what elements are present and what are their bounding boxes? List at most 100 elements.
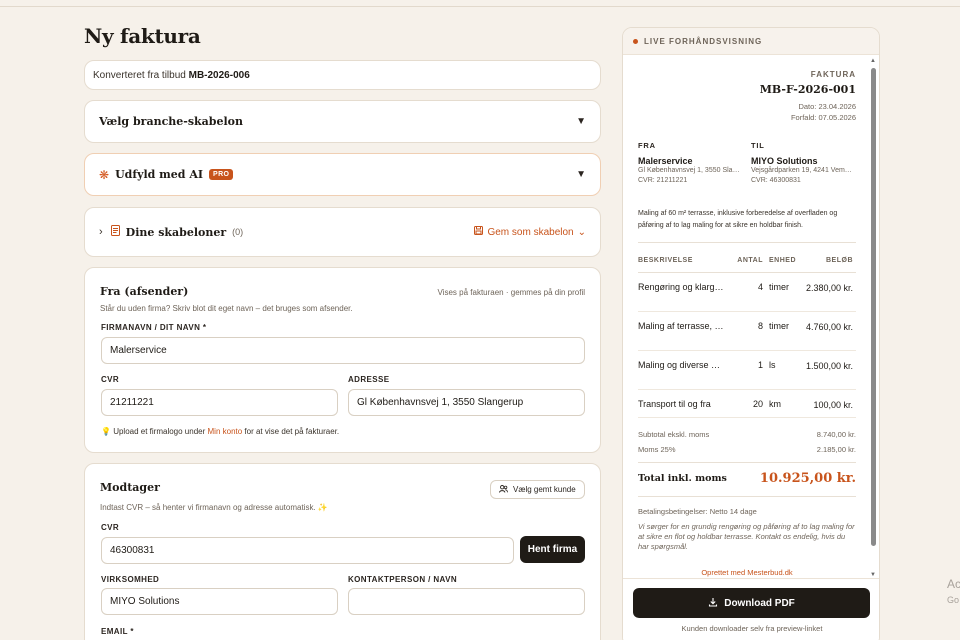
pick-customer-label: Vælg gemt kunde [513, 485, 576, 494]
saved-templates-panel[interactable]: › Dine skabeloner (0) Gem som skabelon ⌄ [84, 207, 601, 257]
sender-hint: Vises på fakturaen · gemmes på din profi… [437, 288, 585, 297]
sender-cvr-input[interactable]: 21211221 [101, 389, 338, 416]
vat-label: Moms 25% [638, 445, 676, 454]
templates-count: (0) [232, 227, 244, 237]
line-unit: km [769, 399, 781, 409]
line-unit: timer [769, 282, 789, 292]
recipient-subtext: Indtast CVR – så henter vi firmanavn og … [100, 503, 328, 512]
line-items: Rengøring og klargøring 4 timer 2.380,00… [638, 273, 856, 418]
sender-address-label: ADRESSE [348, 375, 390, 384]
lightbulb-icon: 💡 [101, 427, 111, 436]
my-account-link[interactable]: Min konto [208, 427, 243, 436]
chevron-down-icon: ▼ [576, 169, 586, 180]
line-qty: 1 [757, 360, 763, 370]
line-amount: 1.500,00 kr. [805, 361, 853, 371]
line-amount: 100,00 kr. [813, 400, 853, 410]
sender-title: Fra (afsender) [100, 285, 189, 298]
recipient-cvr-label: CVR [101, 523, 120, 532]
logo-upload-note: 💡 Upload et firmalogo under Min konto fo… [101, 427, 339, 436]
invoice-description: Maling af 60 m² terrasse, inklusive forb… [638, 208, 856, 243]
templates-label: Dine skabeloner [125, 225, 227, 239]
sparkle-icon: ❋ [99, 167, 110, 182]
to-cvr: CVR: 46300831 [751, 177, 801, 184]
chevron-right-icon: › [99, 226, 103, 238]
chevron-down-icon: ▼ [576, 116, 586, 127]
line-qty: 4 [757, 282, 763, 292]
line-unit: timer [769, 321, 789, 331]
total-value: 10.925,00 kr. [759, 471, 856, 486]
logo-note-prefix: Upload et firmalogo under [113, 427, 206, 436]
invoice-due-date: Forfald: 07.05.2026 [790, 113, 856, 122]
pro-badge: PRO [209, 169, 234, 180]
download-icon [708, 597, 718, 610]
vat-row: Moms 25% 2.185,00 kr. [638, 445, 856, 454]
recipient-cvr-input[interactable]: 46300831 [101, 537, 514, 564]
to-label: TIL [751, 141, 765, 150]
preview-scrollbar[interactable]: ▲ ▼ [870, 58, 877, 578]
fetch-company-button[interactable]: Hent firma [520, 536, 585, 563]
download-note: Kunden downloader selv fra preview-linke… [681, 624, 823, 633]
invoice-number: MB-F-2026-001 [759, 83, 856, 96]
table-row: Rengøring og klargøring 4 timer 2.380,00… [638, 273, 856, 312]
subtotal-label: Subtotal ekskl. moms [638, 430, 710, 439]
scroll-up-icon[interactable]: ▲ [870, 58, 876, 64]
line-desc: Maling af terrasse, 2 lag [638, 321, 726, 331]
os-activation-overlay: Ac Go [947, 576, 960, 608]
vat-value: 2.185,00 kr. [816, 445, 856, 454]
ai-fill-dropdown[interactable]: ❋ Udfyld med AI PRO ▼ [84, 153, 601, 196]
users-icon [499, 484, 508, 495]
to-name: MIYO Solutions [751, 156, 818, 166]
terms-note: Vi sørger for en grundig rengøring og på… [638, 522, 855, 551]
line-items-header: BESKRIVELSE ANTAL ENHED BELØB [638, 257, 856, 273]
sender-section: Fra (afsender) Vises på fakturaen · gemm… [84, 267, 601, 453]
recipient-title: Modtager [100, 481, 160, 494]
from-name: Malerservice [638, 156, 693, 166]
line-qty: 8 [757, 321, 763, 331]
invoice-date: Dato: 23.04.2026 [798, 102, 856, 111]
download-pdf-button[interactable]: Download PDF [633, 588, 870, 618]
total-label: Total inkl. moms [638, 473, 727, 484]
live-dot-icon [633, 38, 638, 44]
top-divider [0, 6, 960, 7]
line-unit: ls [769, 360, 776, 370]
table-row: Maling og diverse materialer 1 ls 1.500,… [638, 351, 856, 390]
line-desc: Rengøring og klargøring [638, 282, 726, 292]
save-template-label: Gem som skabelon [487, 226, 574, 238]
ai-label: Udfyld med AI [115, 168, 204, 181]
email-label: EMAIL * [101, 627, 134, 636]
preview-footer: Download PDF Kunden downloader selv fra … [623, 578, 879, 640]
recipient-section: Modtager Vælg gemt kunde Indtast CVR – s… [84, 463, 601, 640]
logo-note-suffix: for at vise det på fakturaer. [244, 427, 340, 436]
from-label: FRA [638, 141, 656, 150]
col-description: BESKRIVELSE [638, 257, 693, 264]
col-qty: ANTAL [737, 257, 763, 264]
total-row: Total inkl. moms 10.925,00 kr. [638, 462, 856, 497]
payment-terms: Betalingsbetingelser: Netto 14 dage [638, 507, 757, 516]
invoice-dates: Dato: 23.04.2026 Forfald: 07.05.2026 [638, 101, 856, 123]
subtotal-value: 8.740,00 kr. [816, 430, 856, 439]
contact-input[interactable] [348, 588, 585, 615]
preview-document[interactable]: FAKTURA MB-F-2026-001 Dato: 23.04.2026 F… [623, 56, 871, 578]
company-input[interactable]: MIYO Solutions [101, 588, 338, 615]
preview-header-label: LIVE FORHÅNDSVISNING [644, 36, 763, 46]
save-icon [474, 226, 484, 238]
scrollbar-thumb[interactable] [871, 68, 876, 546]
sender-name-input[interactable]: Malerservice [101, 337, 585, 364]
sender-address-input[interactable]: Gl Københavnsvej 1, 3550 Slangerup [348, 389, 585, 416]
pick-saved-customer-button[interactable]: Vælg gemt kunde [490, 480, 585, 499]
table-row: Maling af terrasse, 2 lag 8 timer 4.760,… [638, 312, 856, 351]
table-row: Transport til og fra 20 km 100,00 kr. [638, 390, 856, 418]
sender-name-label: FIRMANAVN / DIT NAVN * [101, 323, 207, 332]
line-desc: Maling og diverse materialer [638, 360, 726, 370]
preview-header: LIVE FORHÅNDSVISNING [623, 28, 879, 55]
save-template-button[interactable]: Gem som skabelon ⌄ [474, 226, 586, 238]
to-address: Vejsgårdparken 19, 4241 Vemmelev [751, 167, 854, 174]
branche-template-dropdown[interactable]: Vælg branche-skabelon ▼ [84, 100, 601, 143]
branche-label: Vælg branche-skabelon [99, 115, 243, 128]
from-address: Gl Københavnsvej 1, 3550 Slangerup [638, 167, 741, 174]
made-with-link[interactable]: Oprettet med Mesterbud.dk [638, 568, 856, 577]
sender-subtext: Står du uden firma? Skriv blot dit eget … [100, 304, 353, 313]
subtotal-row: Subtotal ekskl. moms 8.740,00 kr. [638, 430, 856, 439]
chevron-down-icon: ⌄ [577, 226, 586, 238]
line-qty: 20 [752, 399, 763, 409]
